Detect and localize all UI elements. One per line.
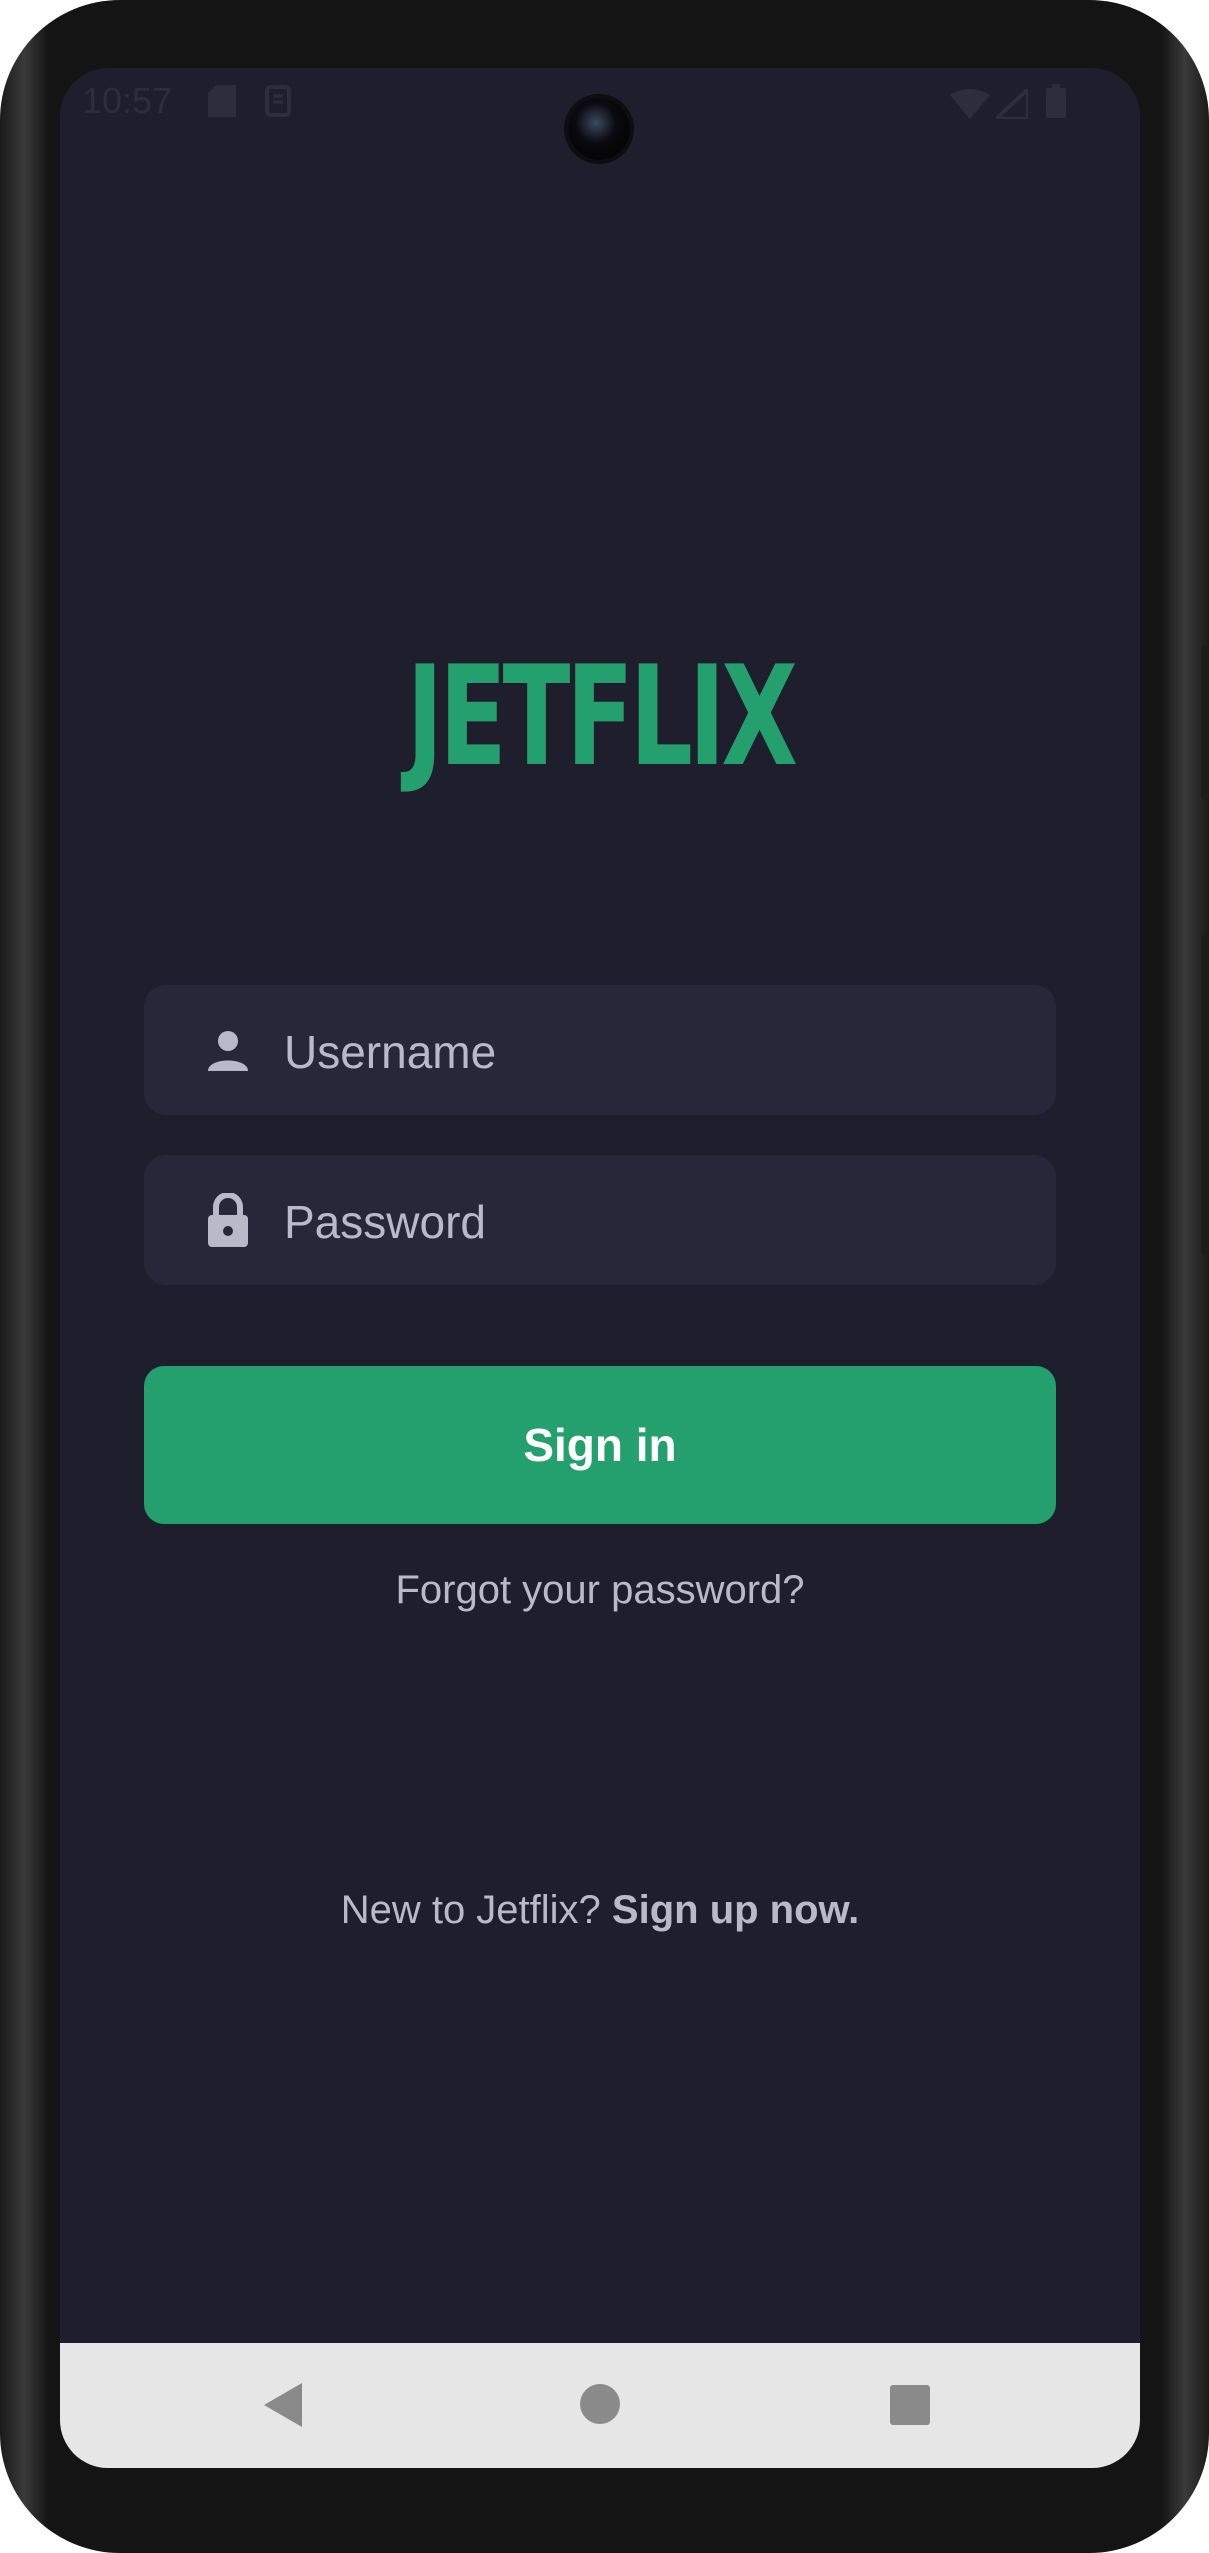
front-camera: [568, 98, 630, 160]
back-icon[interactable]: [262, 2381, 306, 2434]
signup-row: New to Jetflix? Sign up now.: [60, 1888, 1140, 1933]
wifi-icon: [950, 86, 990, 128]
navigation-bar: [60, 2343, 1140, 2468]
power-button: [1201, 645, 1209, 800]
person-icon: [204, 1027, 252, 1075]
status-time: 10:57: [82, 80, 173, 121]
password-placeholder: Password: [284, 1196, 486, 1248]
home-icon[interactable]: [579, 2383, 621, 2430]
sign-up-link[interactable]: Sign up now.: [612, 1888, 859, 1932]
device-frame: 10:57 JETFLIX Username Password Sign in …: [0, 0, 1209, 2553]
signup-prompt: New to Jetflix?: [340, 1888, 612, 1932]
signal-icon: [990, 84, 1030, 128]
screen: 10:57 JETFLIX Username Password Sign in …: [60, 68, 1140, 2468]
username-placeholder: Username: [284, 1026, 497, 1078]
password-field[interactable]: Password: [144, 1155, 1056, 1285]
jetflix-logo: JETFLIX: [406, 636, 797, 797]
forgot-password-link[interactable]: Forgot your password?: [60, 1568, 1140, 1613]
volume-button: [1201, 935, 1209, 1255]
recents-icon[interactable]: [890, 2385, 930, 2430]
battery-icon: [1046, 84, 1066, 127]
sd-card-icon: [208, 84, 236, 126]
username-field[interactable]: Username: [144, 985, 1056, 1115]
lock-icon: [204, 1192, 252, 1247]
sign-in-button[interactable]: Sign in: [144, 1366, 1056, 1524]
notification-icon: [264, 84, 292, 127]
